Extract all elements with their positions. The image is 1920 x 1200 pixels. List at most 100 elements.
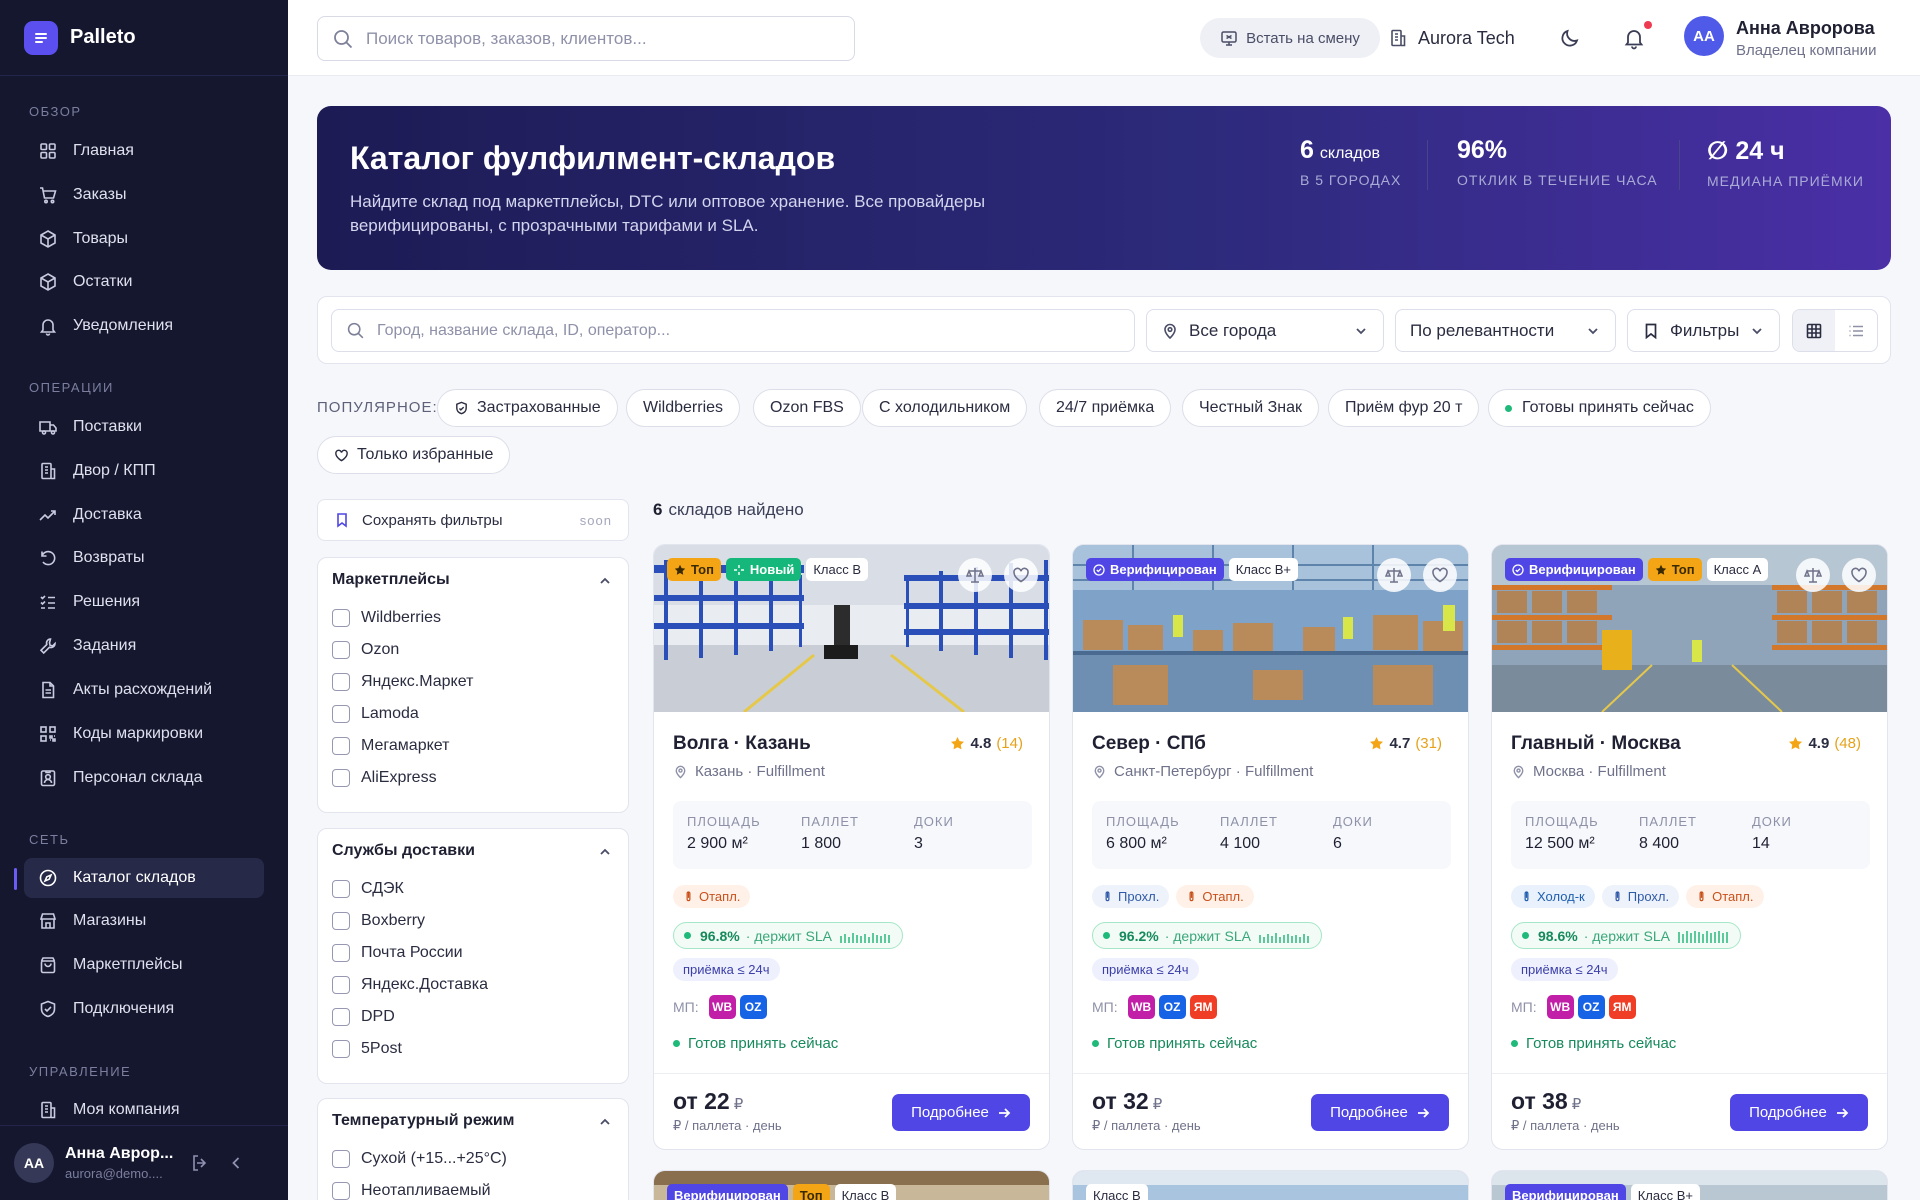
city-select[interactable]: Все города xyxy=(1146,309,1384,352)
checkbox-option[interactable]: Сухой (+15...+25°C) xyxy=(318,1143,628,1175)
chip-insured[interactable]: Застрахованные xyxy=(437,389,618,427)
sidebar-item-products[interactable]: Товары xyxy=(24,219,264,259)
checkbox[interactable] xyxy=(332,912,350,930)
checkbox-option[interactable]: Яндекс.Доставка xyxy=(318,969,628,1001)
warehouse-card[interactable]: Верифицирован Класс B+ xyxy=(1491,1170,1888,1200)
badge-top: Топ xyxy=(792,1184,830,1200)
checkbox-option[interactable]: DPD xyxy=(318,1001,628,1033)
filters-button[interactable]: Фильтры xyxy=(1627,309,1780,352)
bookmark-icon xyxy=(1645,323,1657,339)
marketplaces-row: МП: WB OZ ЯМ xyxy=(1092,995,1221,1019)
details-button[interactable]: Подробнее xyxy=(1311,1094,1449,1131)
checkbox[interactable] xyxy=(332,1182,350,1200)
price-value: от 38 xyxy=(1511,1088,1568,1114)
sidebar-item-yard[interactable]: Двор / КПП xyxy=(24,451,264,491)
checkbox-option[interactable]: Неотапливаемый xyxy=(318,1175,628,1200)
chip-ozon-fbs[interactable]: Ozon FBS xyxy=(753,389,861,427)
warehouse-card[interactable]: Верифицирован Топ Класс A Главный · Моск… xyxy=(1491,544,1888,1150)
checkbox-option[interactable]: AliExpress xyxy=(318,762,628,794)
warehouse-card[interactable]: Класс B xyxy=(1072,1170,1469,1200)
checkbox[interactable] xyxy=(332,1150,350,1168)
badge-label: Новый xyxy=(749,562,795,577)
chip-wildberries[interactable]: Wildberries xyxy=(626,389,741,427)
chip-refrigerator[interactable]: С холодильником xyxy=(862,389,1028,427)
chip-24-7[interactable]: 24/7 приёмка xyxy=(1039,389,1172,427)
sidebar-item-returns[interactable]: Возвраты xyxy=(24,538,264,578)
details-button[interactable]: Подробнее xyxy=(892,1094,1030,1131)
moon-icon[interactable] xyxy=(1558,26,1582,50)
start-shift-button[interactable]: Встать на смену xyxy=(1200,18,1380,58)
checkbox-option[interactable]: Яндекс.Маркет xyxy=(318,666,628,698)
logout-icon[interactable] xyxy=(189,1152,211,1174)
checkbox[interactable] xyxy=(332,705,350,723)
grid-view-button[interactable] xyxy=(1793,310,1835,351)
details-button[interactable]: Подробнее xyxy=(1730,1094,1868,1131)
compare-button[interactable] xyxy=(1377,558,1411,592)
filter-group-header[interactable]: Маркетплейсы xyxy=(318,558,628,602)
sidebar-item-stores[interactable]: Магазины xyxy=(24,901,264,941)
warehouse-card[interactable]: Топ Новый Класс B Волга · Казань 4.8 (14)… xyxy=(653,544,1050,1150)
chip-honest-sign[interactable]: Честный Знак xyxy=(1182,389,1320,427)
checkbox-option[interactable]: Lamoda xyxy=(318,698,628,730)
bell-icon[interactable] xyxy=(1622,26,1646,50)
checkbox[interactable] xyxy=(332,1040,350,1058)
sidebar-item-my-company[interactable]: Моя компания xyxy=(24,1090,264,1130)
avatar[interactable]: AA xyxy=(1684,16,1724,56)
checkbox[interactable] xyxy=(332,737,350,755)
brand[interactable]: Palleto xyxy=(0,0,288,76)
checkbox[interactable] xyxy=(332,880,350,898)
sidebar-item-tasks[interactable]: Задания xyxy=(24,626,264,666)
checkbox[interactable] xyxy=(332,641,350,659)
checkbox[interactable] xyxy=(332,944,350,962)
availability-status: Готов принять сейчас xyxy=(1092,1035,1257,1052)
filter-group-header[interactable]: Службы доставки xyxy=(318,829,628,873)
rating-value: 4.8 xyxy=(970,735,992,752)
compare-button[interactable] xyxy=(958,558,992,592)
checkbox-option[interactable]: Boxberry xyxy=(318,905,628,937)
sidebar-item-connections[interactable]: Подключения xyxy=(24,989,264,1029)
sidebar-item-supplies[interactable]: Поставки xyxy=(24,407,264,447)
sidebar-item-notifications[interactable]: Уведомления xyxy=(24,306,264,346)
chip-favorites[interactable]: Только избранные xyxy=(317,436,511,474)
favorite-button[interactable] xyxy=(1842,558,1876,592)
checkbox-option[interactable]: Wildberries xyxy=(318,602,628,634)
sort-select[interactable]: По релевантности xyxy=(1395,309,1616,352)
checkbox-option[interactable]: 5Post xyxy=(318,1033,628,1065)
top-user[interactable]: Анна Авророва Владелец компании xyxy=(1736,18,1876,59)
chip-20t-trucks[interactable]: Приём фур 20 т xyxy=(1328,389,1480,427)
sidebar-item-staff[interactable]: Персонал склада xyxy=(24,758,264,798)
filter-group-header[interactable]: Температурный режим xyxy=(318,1099,628,1143)
checkbox-option[interactable]: Почта России xyxy=(318,937,628,969)
warehouse-search-input[interactable]: Город, название склада, ID, оператор... xyxy=(331,309,1135,352)
checkbox[interactable] xyxy=(332,673,350,691)
checkbox[interactable] xyxy=(332,1008,350,1026)
nav-section-management: УПРАВЛЕНИЕ xyxy=(29,1064,132,1079)
favorite-button[interactable] xyxy=(1004,558,1038,592)
sidebar-item-warehouse-catalog[interactable]: Каталог складов xyxy=(24,858,264,898)
favorite-button[interactable] xyxy=(1423,558,1457,592)
sidebar-item-home[interactable]: Главная xyxy=(24,131,264,171)
sidebar-item-marking-codes[interactable]: Коды маркировки xyxy=(24,714,264,754)
sidebar-item-stock[interactable]: Остатки xyxy=(24,262,264,302)
global-search-input[interactable]: Поиск товаров, заказов, клиентов... xyxy=(317,16,855,61)
checkbox-option[interactable]: Ozon xyxy=(318,634,628,666)
sidebar-item-delivery[interactable]: Доставка xyxy=(24,495,264,535)
sidebar-item-marketplaces[interactable]: Маркетплейсы xyxy=(24,945,264,985)
compare-button[interactable] xyxy=(1796,558,1830,592)
sidebar-user[interactable]: AA Анна Аврор... aurora@demo.... xyxy=(0,1125,288,1200)
collapse-sidebar-icon[interactable] xyxy=(225,1152,247,1174)
checkbox[interactable] xyxy=(332,769,350,787)
checkbox[interactable] xyxy=(332,609,350,627)
company-switcher[interactable]: Aurora Tech xyxy=(1388,18,1515,58)
list-view-button[interactable] xyxy=(1835,310,1877,351)
sidebar-item-orders[interactable]: Заказы xyxy=(24,175,264,215)
warehouse-card[interactable]: Верифицирован Топ Класс B xyxy=(653,1170,1050,1200)
sidebar-item-decisions[interactable]: Решения xyxy=(24,582,264,622)
sidebar-item-discrepancy-acts[interactable]: Акты расхождений xyxy=(24,670,264,710)
warehouse-card[interactable]: Верифицирован Класс B+ Север · СПб 4.7 (3… xyxy=(1072,544,1469,1150)
checkbox-option[interactable]: СДЭК xyxy=(318,873,628,905)
checkbox[interactable] xyxy=(332,976,350,994)
save-filters-toggle[interactable]: Сохранять фильтры soon xyxy=(317,499,629,541)
checkbox-option[interactable]: Мегамаркет xyxy=(318,730,628,762)
chip-ready-now[interactable]: Готовы принять сейчас xyxy=(1488,389,1711,427)
